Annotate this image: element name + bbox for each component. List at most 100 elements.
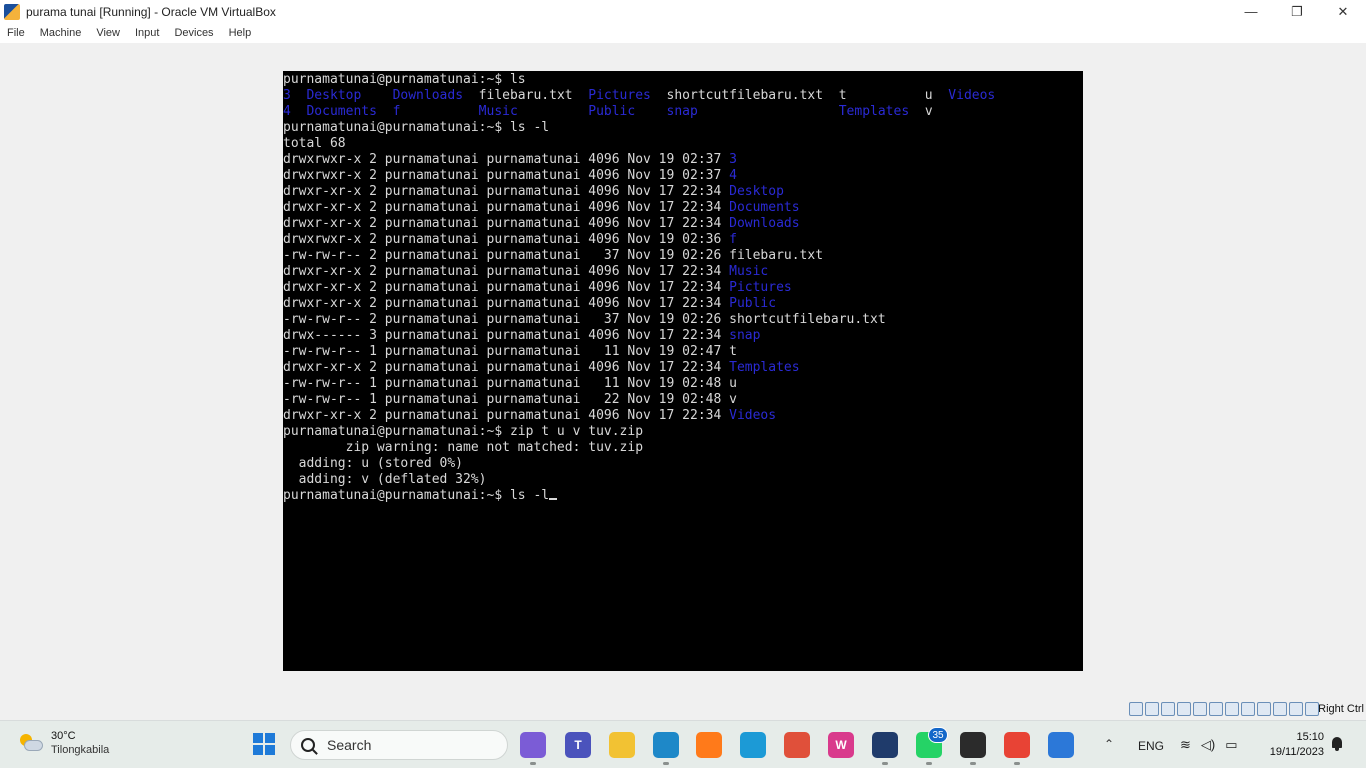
terminal-text: drwxrwxr-x 2 purnamatunai purnamatunai 4… <box>283 232 730 247</box>
vm-terminal-screen[interactable]: purnamatunai@purnamatunai:~$ ls 3 Desktop… <box>283 71 1083 671</box>
directory-name: Documents <box>729 200 800 215</box>
terminal-text: drwxr-xr-x 2 purnamatunai purnamatunai 4… <box>283 408 730 423</box>
taskbar-app-vscode-like[interactable] <box>653 732 679 758</box>
terminal-text: -rw-rw-r-- 1 purnamatunai purnamatunai 2… <box>283 392 737 407</box>
terminal-text: -rw-rw-r-- 2 purnamatunai purnamatunai 3… <box>283 248 824 263</box>
terminal-text: -rw-rw-r-- 2 purnamatunai purnamatunai 3… <box>283 312 886 327</box>
directory-name: Downloads <box>729 216 800 231</box>
directory-name: 4 <box>729 168 737 183</box>
terminal-text: purnamatunai@purnamatunai:~$ ls -l <box>283 488 550 503</box>
audio-icon[interactable] <box>1161 702 1175 716</box>
input-language[interactable]: ENG <box>1138 739 1164 753</box>
window-title: purama tunai [Running] - Oracle VM Virtu… <box>26 4 276 19</box>
system-clock[interactable]: 15:10 19/11/2023 <box>1256 730 1324 760</box>
terminal-text: drwxr-xr-x 2 purnamatunai purnamatunai 4… <box>283 360 730 375</box>
keyboard-capture-icon[interactable] <box>1305 702 1319 716</box>
terminal-text: drwxr-xr-x 2 purnamatunai purnamatunai 4… <box>283 216 730 231</box>
taskbar-app-snipping-tool[interactable] <box>784 732 810 758</box>
directory-name: Templates <box>729 360 800 375</box>
terminal-line: total 68 <box>283 136 1083 152</box>
taskbar-app-notepad-dark[interactable] <box>960 732 986 758</box>
menu-view[interactable]: View <box>96 27 120 39</box>
directory-name: Videos <box>729 408 777 423</box>
clock-time: 15:10 <box>1296 731 1324 743</box>
weather-location: Tilongkabila <box>51 744 110 756</box>
weather-widget[interactable]: 30°C Tilongkabila <box>18 729 109 757</box>
terminal-text: drwxrwxr-x 2 purnamatunai purnamatunai 4… <box>283 152 730 167</box>
taskbar-app-firefox[interactable] <box>696 732 722 758</box>
taskbar-search[interactable]: Search <box>290 730 508 760</box>
recording-icon[interactable] <box>1257 702 1271 716</box>
terminal-text: purnamatunai@purnamatunai:~$ ls -l <box>283 120 550 135</box>
minimize-button[interactable]: — <box>1228 0 1274 23</box>
terminal-text: drwxr-xr-x 2 purnamatunai purnamatunai 4… <box>283 184 730 199</box>
network-icon[interactable] <box>1177 702 1191 716</box>
terminal-line: drwxr-xr-x 2 purnamatunai purnamatunai 4… <box>283 184 1083 200</box>
terminal-line: -rw-rw-r-- 1 purnamatunai purnamatunai 1… <box>283 376 1083 392</box>
taskbar-app-edge[interactable] <box>740 732 766 758</box>
notification-bell-icon[interactable] <box>1331 737 1343 751</box>
terminal-line: purnamatunai@purnamatunai:~$ ls <box>283 72 1083 88</box>
terminal-line: drwxrwxr-x 2 purnamatunai purnamatunai 4… <box>283 152 1083 168</box>
terminal-line: adding: v (deflated 32%) <box>283 472 1083 488</box>
restore-button[interactable]: ❐ <box>1274 0 1320 23</box>
menu-file[interactable]: File <box>7 27 25 39</box>
directory-name: f <box>729 232 737 247</box>
directory-name: Music <box>729 264 769 279</box>
taskbar-app-file-explorer[interactable] <box>609 732 635 758</box>
terminal-text: zip warning: name not matched: tuv.zip <box>283 440 644 455</box>
start-button[interactable] <box>253 733 275 755</box>
directory-name: Videos <box>948 88 996 103</box>
terminal-line: drwxr-xr-x 2 purnamatunai purnamatunai 4… <box>283 360 1083 376</box>
search-placeholder: Search <box>327 737 372 753</box>
terminal-line: drwxr-xr-x 2 purnamatunai purnamatunai 4… <box>283 216 1083 232</box>
usb-icon[interactable] <box>1193 702 1207 716</box>
terminal-cursor <box>549 498 558 500</box>
terminal-line: drwxr-xr-x 2 purnamatunai purnamatunai 4… <box>283 280 1083 296</box>
terminal-line: purnamatunai@purnamatunai:~$ zip t u v t… <box>283 424 1083 440</box>
taskbar-app-teams[interactable]: T <box>565 732 591 758</box>
terminal-line: -rw-rw-r-- 1 purnamatunai purnamatunai 1… <box>283 344 1083 360</box>
terminal-text: drwx------ 3 purnamatunai purnamatunai 4… <box>283 328 730 343</box>
terminal-text: adding: v (deflated 32%) <box>283 472 487 487</box>
directory-name: Pictures <box>588 88 667 103</box>
windows-taskbar: 30°C Tilongkabila Search T W 35 ⌃ ENG ≋ ◁… <box>0 720 1366 768</box>
menu-bar: File Machine View Input Devices Help <box>0 23 1366 43</box>
taskbar-app-wps-office[interactable]: W <box>828 732 854 758</box>
show-hidden-icons-chevron-icon[interactable]: ⌃ <box>1104 737 1114 751</box>
directory-name: Public <box>729 296 777 311</box>
menu-devices[interactable]: Devices <box>174 27 213 39</box>
directory-name: Downloads <box>392 88 479 103</box>
taskbar-app-copilot-pre[interactable] <box>520 732 546 758</box>
close-button[interactable]: ✕ <box>1320 0 1366 23</box>
terminal-line: purnamatunai@purnamatunai:~$ ls -l <box>283 120 1083 136</box>
video-capture-icon[interactable] <box>1241 702 1255 716</box>
menu-machine[interactable]: Machine <box>40 27 82 39</box>
windows-logo-icon <box>253 733 263 743</box>
menu-input[interactable]: Input <box>135 27 159 39</box>
taskbar-app-photos[interactable] <box>1048 732 1074 758</box>
system-tray-icons[interactable]: ≋ ◁) ▭ <box>1180 737 1238 753</box>
cpu-icon[interactable] <box>1273 702 1287 716</box>
volume-icon: ◁) <box>1200 737 1216 752</box>
directory-name: snap <box>729 328 761 343</box>
terminal-line: 4 Documents f Music Public snap Template… <box>283 104 1083 120</box>
partly-cloudy-icon <box>18 732 44 754</box>
directory-name: 4 <box>283 104 307 119</box>
hard-disk-icon[interactable] <box>1129 702 1143 716</box>
taskbar-app-chrome[interactable] <box>1004 732 1030 758</box>
mouse-integration-icon[interactable] <box>1289 702 1303 716</box>
optical-drive-icon[interactable] <box>1145 702 1159 716</box>
window-titlebar: purama tunai [Running] - Oracle VM Virtu… <box>0 0 1366 23</box>
host-key-label: Right Ctrl <box>1318 703 1364 715</box>
shared-folders-icon[interactable] <box>1209 702 1223 716</box>
terminal-text: adding: u (stored 0%) <box>283 456 464 471</box>
virtualbox-app-icon <box>4 3 20 20</box>
terminal-text: -rw-rw-r-- 1 purnamatunai purnamatunai 1… <box>283 376 737 391</box>
running-indicator <box>663 762 669 765</box>
menu-help[interactable]: Help <box>229 27 252 39</box>
display-icon[interactable] <box>1225 702 1239 716</box>
directory-name: Templates <box>838 104 925 119</box>
directory-name: 3 <box>729 152 737 167</box>
taskbar-app-virtualbox[interactable] <box>872 732 898 758</box>
